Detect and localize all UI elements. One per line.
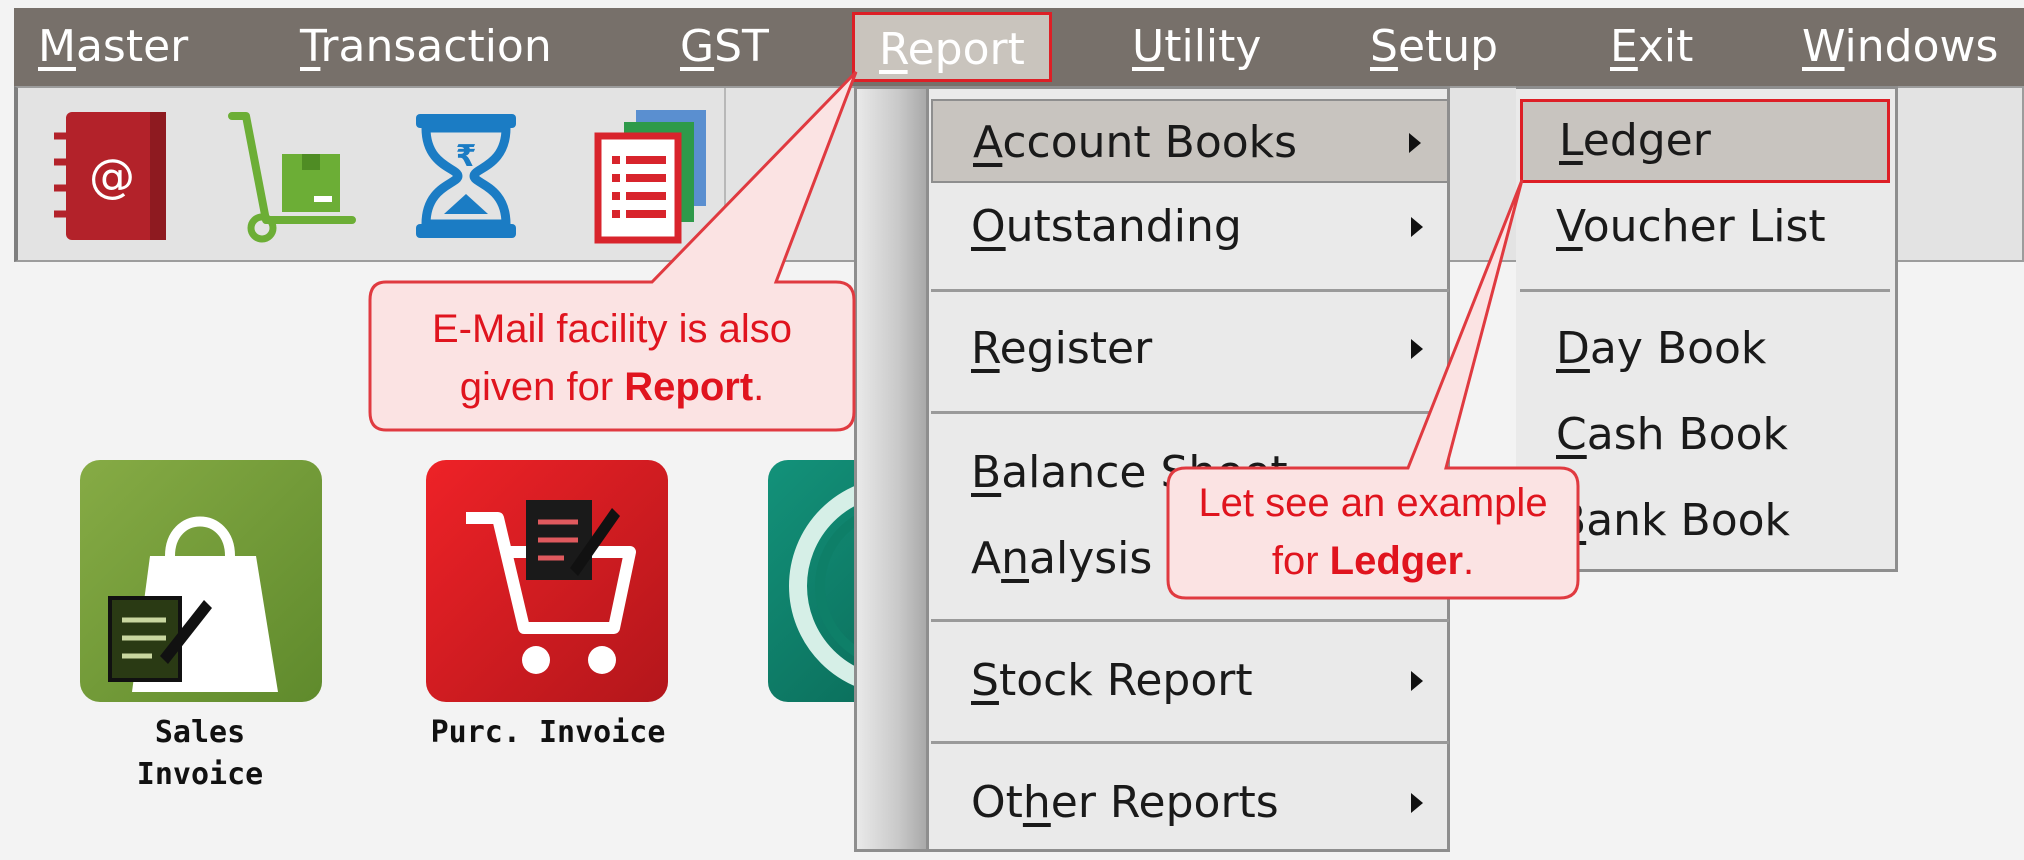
menu-item-label: Outstanding <box>971 201 1242 252</box>
callout-line1: Let see an example <box>1198 481 1548 525</box>
submenu-item-label: Day Book <box>1556 323 1767 374</box>
menu-item-label: Other Reports <box>971 777 1279 828</box>
submenu-arrow-icon <box>1411 793 1423 813</box>
tile-label-line1: Sales <box>154 715 246 750</box>
access-key: D <box>1556 323 1590 374</box>
submenu-item-label: Cash Book <box>1556 409 1788 460</box>
access-key: O <box>971 201 1006 252</box>
submenu-item-ledger[interactable]: Ledger <box>1520 99 1890 183</box>
purchase-invoice-tile[interactable] <box>426 460 668 702</box>
submenu-item-label: Bank Book <box>1556 495 1791 546</box>
address-book-icon[interactable]: @ <box>38 106 178 246</box>
svg-text:₹: ₹ <box>456 139 477 174</box>
hourglass-rupee-icon[interactable]: ₹ <box>396 106 536 246</box>
access-key: S <box>971 655 999 706</box>
report-dropdown-menu: Account Books Outstanding Register Balan… <box>854 86 1450 852</box>
access-key: S <box>1370 21 1398 72</box>
svg-text:@: @ <box>89 149 135 203</box>
access-key: R <box>971 323 1000 374</box>
access-key: B <box>971 447 1002 498</box>
menu-utility[interactable]: Utility <box>1132 8 1261 86</box>
menu-windows[interactable]: Windows <box>1802 8 1998 86</box>
access-key: C <box>1556 409 1587 460</box>
callout-line2: for Ledger. <box>1168 532 1578 590</box>
callout-suffix: . <box>1463 539 1475 583</box>
toolbar-separator <box>724 88 726 260</box>
shopping-cart-icon <box>466 500 636 674</box>
access-key: h <box>1022 777 1051 828</box>
documents-list-icon[interactable] <box>576 106 716 246</box>
menu-bar: Master Transaction GST Report Utility Se… <box>14 8 2024 86</box>
callout-prefix: for <box>1271 539 1330 583</box>
menu-item-label: Register <box>971 323 1153 374</box>
callout-prefix: given for <box>459 365 625 409</box>
callout-bold: Report <box>624 365 754 409</box>
menu-item-account-books[interactable]: Account Books <box>931 99 1449 183</box>
access-key: R <box>879 24 908 75</box>
menu-item-outstanding[interactable]: Outstanding <box>931 185 1449 269</box>
report-callout-text: E-Mail facility is also given for Report… <box>370 300 854 416</box>
menu-separator <box>931 289 1449 292</box>
submenu-arrow-icon <box>1411 217 1423 237</box>
shopping-bag-icon <box>108 516 278 692</box>
menu-item-label: Account Books <box>973 117 1298 168</box>
access-key: E <box>1610 21 1638 72</box>
access-key: L <box>1559 115 1583 166</box>
trolley-icon[interactable] <box>218 106 358 246</box>
menu-separator <box>931 619 1449 622</box>
menu-side-stripe <box>857 89 929 849</box>
menu-setup[interactable]: Setup <box>1370 8 1498 86</box>
access-key: U <box>1132 21 1165 72</box>
ledger-callout-text: Let see an example for Ledger. <box>1168 474 1578 590</box>
sales-invoice-label: Sales Invoice <box>70 712 330 796</box>
callout-line2: given for Report. <box>370 358 854 416</box>
submenu-item-cash-book[interactable]: Cash Book <box>1516 393 1894 477</box>
submenu-item-voucher-list[interactable]: Voucher List <box>1516 185 1894 269</box>
submenu-item-day-book[interactable]: Day Book <box>1516 307 1894 391</box>
menu-gst[interactable]: GST <box>680 8 769 86</box>
access-key: M <box>38 21 76 72</box>
submenu-separator <box>1520 289 1890 292</box>
menu-exit[interactable]: Exit <box>1610 8 1693 86</box>
menu-report[interactable]: Report <box>852 12 1052 82</box>
access-key: W <box>1802 21 1845 72</box>
submenu-arrow-icon <box>1411 339 1423 359</box>
menu-separator <box>931 411 1449 414</box>
menu-separator <box>931 741 1449 744</box>
menu-item-label: Stock Report <box>971 655 1253 706</box>
menu-item-other-reports[interactable]: Other Reports <box>931 761 1449 845</box>
access-key: G <box>680 21 715 72</box>
callout-suffix: . <box>753 365 765 409</box>
menu-transaction[interactable]: Transaction <box>300 8 552 86</box>
callout-line1: E-Mail facility is also <box>431 307 793 351</box>
access-key: V <box>1556 201 1583 252</box>
menu-master[interactable]: Master <box>38 8 188 86</box>
submenu-item-label: Voucher List <box>1556 201 1826 252</box>
tile-label-line1: Purc. Invoice <box>430 715 666 750</box>
access-key: A <box>973 117 1003 168</box>
tile-label-line2: Invoice <box>136 757 264 792</box>
submenu-item-label: Ledger <box>1559 115 1711 166</box>
access-key: n <box>1001 533 1029 584</box>
purchase-invoice-label: Purc. Invoice <box>418 712 678 754</box>
submenu-arrow-icon <box>1411 671 1423 691</box>
menu-item-stock-report[interactable]: Stock Report <box>931 639 1449 723</box>
access-key: T <box>300 21 321 72</box>
callout-bold: Ledger <box>1329 539 1464 583</box>
sales-invoice-tile[interactable] <box>80 460 322 702</box>
menu-item-label: Analysis <box>971 533 1153 584</box>
menu-item-register[interactable]: Register <box>931 307 1449 391</box>
submenu-arrow-icon <box>1409 133 1421 153</box>
